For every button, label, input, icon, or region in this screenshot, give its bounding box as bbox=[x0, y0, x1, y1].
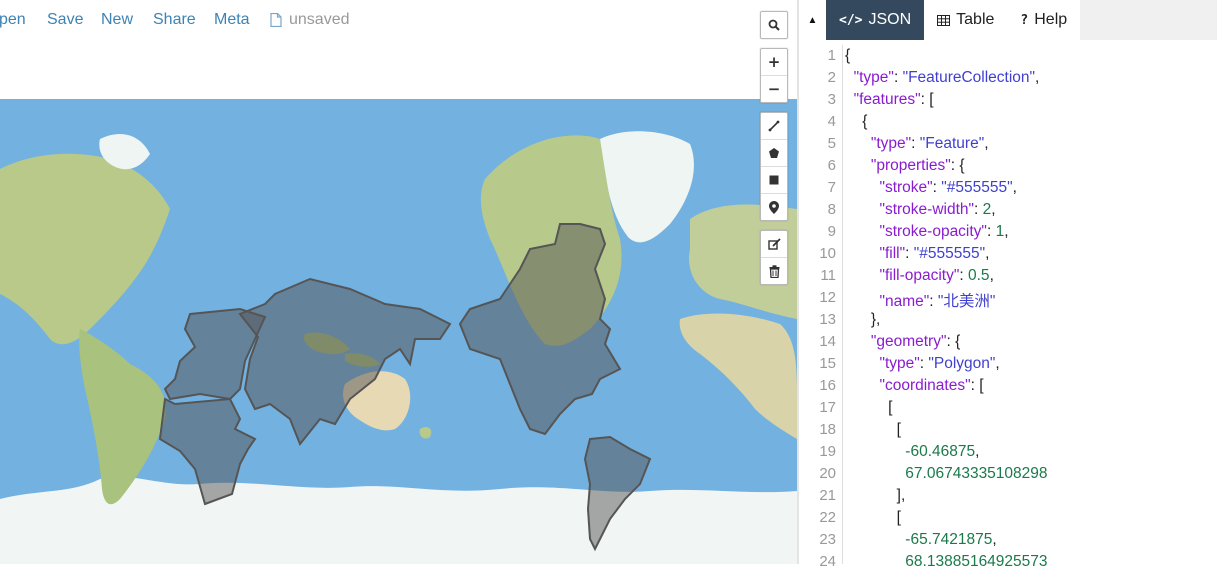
line-number: 2 bbox=[827, 69, 836, 86]
code-line: }, bbox=[845, 311, 881, 328]
code-line: ], bbox=[845, 487, 906, 504]
search-icon[interactable] bbox=[761, 12, 787, 38]
draw-polygon-icon[interactable] bbox=[761, 139, 787, 166]
file-menu: pen Save New Share Meta unsaved bbox=[0, 0, 350, 40]
feature-polygon-north-america bbox=[458, 223, 622, 436]
collapse-toggle-icon[interactable]: ▲ bbox=[799, 0, 826, 40]
tab-json-label: JSON bbox=[868, 11, 912, 28]
code-line: "coordinates": [ bbox=[879, 377, 984, 394]
tab-table-label: Table bbox=[956, 11, 995, 28]
line-number: 23 bbox=[819, 531, 836, 548]
code-line: [ bbox=[845, 399, 893, 416]
code-line: "features": [ bbox=[853, 91, 934, 108]
tab-help-label: Help bbox=[1034, 11, 1068, 28]
code-line: 68.13885164925573 bbox=[905, 553, 1048, 570]
line-number: 15 bbox=[819, 355, 836, 372]
code-line: [ bbox=[845, 421, 901, 438]
help-icon: ? bbox=[1020, 12, 1029, 28]
code-line: "stroke": "#555555", bbox=[879, 179, 1017, 196]
line-number: 17 bbox=[819, 399, 836, 416]
code-line: "stroke-opacity": 1, bbox=[879, 223, 1009, 240]
world-map[interactable] bbox=[0, 99, 797, 564]
code-line: "properties": { bbox=[870, 157, 965, 174]
trash-icon[interactable] bbox=[761, 257, 787, 284]
line-number: 21 bbox=[819, 487, 836, 504]
code-line: "type": "Feature", bbox=[870, 135, 989, 152]
line-number: 16 bbox=[819, 377, 836, 394]
line-number: 14 bbox=[819, 333, 836, 350]
code-line: "stroke-width": 2, bbox=[879, 201, 996, 218]
new-menu-item[interactable]: New bbox=[101, 11, 133, 29]
table-icon bbox=[937, 14, 951, 26]
line-number: 20 bbox=[819, 465, 836, 482]
map-view[interactable] bbox=[0, 99, 797, 564]
file-icon bbox=[270, 13, 282, 27]
line-number: 10 bbox=[819, 245, 836, 262]
zoom-control: + − bbox=[760, 48, 788, 103]
json-editor[interactable]: 1 2 3 4 5 6 7 8 9 10 11 12 13 14 15 16 1… bbox=[799, 45, 1217, 570]
north-america-west-land bbox=[0, 153, 170, 345]
line-number: 4 bbox=[827, 113, 836, 130]
open-menu-item[interactable]: pen bbox=[0, 11, 26, 29]
edit-toolbar bbox=[760, 230, 788, 285]
line-number: 8 bbox=[827, 201, 836, 218]
line-number: 22 bbox=[819, 509, 836, 526]
line-number: 6 bbox=[827, 157, 836, 174]
code-line: "name": "北美洲" bbox=[879, 293, 996, 310]
draw-toolbar bbox=[760, 112, 788, 221]
line-number-gutter: 1 2 3 4 5 6 7 8 9 10 11 12 13 14 15 16 1… bbox=[799, 45, 843, 570]
line-number: 24 bbox=[819, 553, 836, 570]
code-line: "type": "FeatureCollection", bbox=[853, 69, 1040, 86]
code-line: { bbox=[845, 113, 868, 130]
search-control bbox=[760, 11, 788, 39]
tab-json[interactable]: </> JSON bbox=[826, 0, 925, 40]
line-number: 12 bbox=[819, 289, 836, 306]
zoom-out-button[interactable]: − bbox=[761, 75, 787, 102]
code-line: { bbox=[845, 47, 851, 64]
draw-rectangle-icon[interactable] bbox=[761, 166, 787, 193]
line-number: 19 bbox=[819, 443, 836, 460]
file-status: unsaved bbox=[270, 11, 350, 29]
code-line: -60.46875, bbox=[905, 443, 980, 460]
file-status-text: unsaved bbox=[289, 11, 350, 28]
code-icon: </> bbox=[839, 12, 863, 28]
code-line: -65.7421875, bbox=[905, 531, 997, 548]
line-number: 5 bbox=[827, 135, 836, 152]
pane-tabs: ▲ </> JSON Table ? Help bbox=[799, 0, 1217, 40]
share-menu-item[interactable]: Share bbox=[153, 11, 196, 29]
line-number: 3 bbox=[827, 91, 836, 108]
line-number: 11 bbox=[820, 267, 836, 284]
save-menu-item[interactable]: Save bbox=[47, 11, 83, 29]
code-line: "type": "Polygon", bbox=[879, 355, 1000, 372]
code-line: "geometry": { bbox=[870, 333, 961, 350]
line-number: 9 bbox=[827, 223, 836, 240]
code-line: "fill": "#555555", bbox=[879, 245, 990, 262]
line-number: 18 bbox=[819, 421, 836, 438]
code-line: "fill-opacity": 0.5, bbox=[879, 267, 994, 284]
top-menu-bar: pen Save New Share Meta unsaved bbox=[0, 0, 797, 99]
meta-menu-item[interactable]: Meta bbox=[214, 11, 250, 29]
africa-east-land bbox=[679, 313, 797, 439]
tab-help[interactable]: ? Help bbox=[1007, 0, 1081, 40]
draw-line-icon[interactable] bbox=[761, 113, 787, 139]
editor-pane: ▲ </> JSON Table ? Help 1 2 3 4 5 6 7 8 … bbox=[799, 0, 1217, 570]
code-line: [ bbox=[845, 509, 901, 526]
zoom-in-button[interactable]: + bbox=[761, 49, 787, 75]
draw-marker-icon[interactable] bbox=[761, 193, 787, 220]
tab-table[interactable]: Table bbox=[924, 0, 1008, 40]
south-america-west-land bbox=[79, 329, 166, 505]
code-line: 67.06743335108298 bbox=[905, 465, 1048, 482]
line-number: 1 bbox=[827, 47, 836, 64]
line-number: 7 bbox=[827, 179, 836, 196]
feature-polygon-asia bbox=[238, 277, 452, 446]
line-number: 13 bbox=[819, 311, 836, 328]
edit-icon[interactable] bbox=[761, 231, 787, 257]
